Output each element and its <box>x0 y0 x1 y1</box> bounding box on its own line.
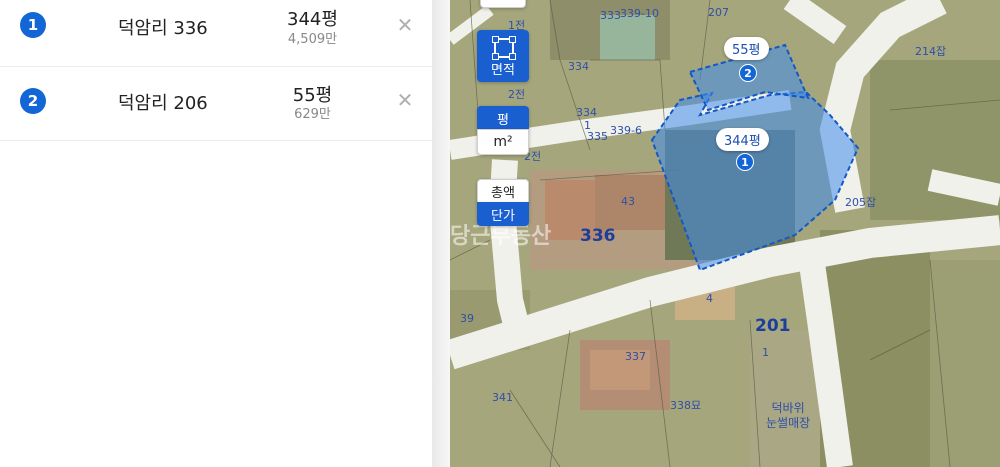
parcel-label: 337 <box>625 350 646 363</box>
parcel-label: 39 <box>460 312 474 325</box>
place-label: 덕바위 눈썰매장 <box>766 401 811 430</box>
parcel-label: 201 <box>755 316 791 336</box>
parcel-label: 336 <box>580 226 616 246</box>
parcel-label: 1 <box>584 119 591 132</box>
parcel-label: 334 <box>576 106 597 119</box>
pin-badge[interactable]: 2 <box>739 64 757 82</box>
parcel-label: 1 <box>762 346 769 359</box>
parcel-label: 339-6 <box>610 124 642 137</box>
unit-price-toggle[interactable]: 단가 <box>477 202 529 226</box>
parcel-label: 2전 <box>508 88 526 101</box>
unit-pyeong-toggle[interactable]: 평 <box>477 106 529 130</box>
panel-divider <box>432 0 450 467</box>
index-badge: 1 <box>20 12 46 38</box>
area-bubble[interactable]: 344평 <box>716 128 769 151</box>
area-measure-button[interactable]: 면적 <box>477 30 529 82</box>
close-icon[interactable]: ✕ <box>394 13 416 37</box>
parcel-label: 214잡 <box>915 45 947 58</box>
parcel-label: 338묘 <box>670 399 702 412</box>
unit-m2-toggle[interactable]: m² <box>477 129 529 155</box>
list-item[interactable]: 1 덕암리 336 344평 4,509만 ✕ <box>0 0 432 67</box>
parcel-price: 4,509만 <box>287 32 338 47</box>
parcel-label: 205잡 <box>845 196 877 209</box>
index-badge: 2 <box>20 88 46 114</box>
list-item[interactable]: 2 덕암리 206 55평 629만 ✕ <box>0 67 432 141</box>
selected-parcels-panel: 1 덕암리 336 344평 4,509만 ✕ 2 덕암리 206 55평 62… <box>0 0 432 467</box>
area-measure-label: 면적 <box>491 63 515 78</box>
parcel-label: 334 <box>568 60 589 73</box>
parcel-label: 339-10 <box>620 7 659 20</box>
parcel-name: 덕암리 336 <box>118 18 208 39</box>
parcel-name: 덕암리 206 <box>118 93 208 114</box>
area-select-icon <box>492 36 516 60</box>
parcel-label: 4 <box>706 292 713 305</box>
parcel-label: 43 <box>621 195 635 208</box>
close-icon[interactable]: ✕ <box>394 88 416 112</box>
map-control-stub[interactable] <box>480 0 526 8</box>
parcel-label: 333 <box>600 9 621 22</box>
map-view[interactable]: 1전 333 339-10 207 334 2전 334 335 339-6 1… <box>450 0 1000 467</box>
parcel-label: 341 <box>492 391 513 404</box>
total-price-toggle[interactable]: 총액 <box>477 179 529 203</box>
pin-badge[interactable]: 1 <box>736 153 754 171</box>
area-bubble[interactable]: 55평 <box>724 37 769 60</box>
parcel-label: 207 <box>708 6 729 19</box>
parcel-price: 629만 <box>294 107 331 122</box>
